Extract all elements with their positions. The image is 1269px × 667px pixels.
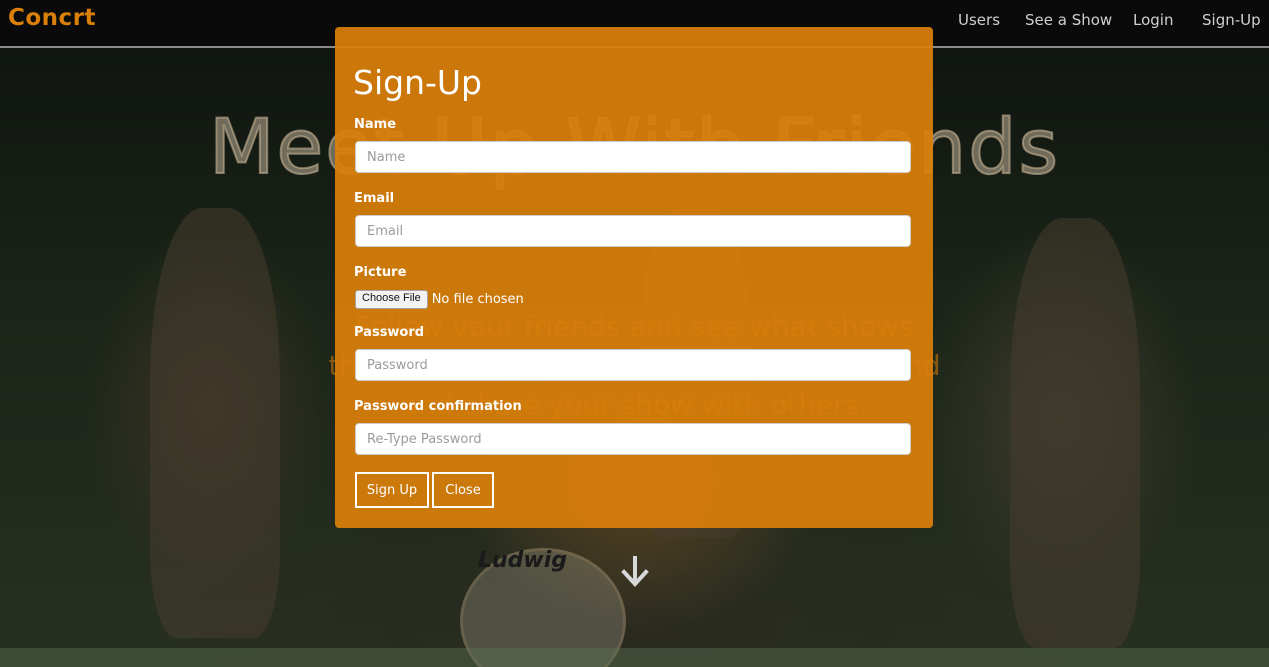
password-input[interactable] [355, 349, 911, 381]
password-confirmation-label: Password confirmation [354, 399, 522, 414]
hero-bottom-strip [0, 648, 1269, 667]
brand-logo[interactable]: Concrt [8, 5, 96, 31]
password-confirmation-input[interactable] [355, 423, 911, 455]
name-input[interactable] [355, 141, 911, 173]
email-input[interactable] [355, 215, 911, 247]
name-label: Name [354, 117, 397, 132]
picture-file-input: Choose File No file chosen [355, 290, 524, 309]
nav-link-login[interactable]: Login [1133, 11, 1173, 29]
modal-title: Sign-Up [353, 63, 482, 102]
email-label: Email [354, 191, 395, 206]
password-label: Password [354, 325, 425, 340]
down-arrow-icon[interactable] [619, 552, 651, 592]
nav-link-users[interactable]: Users [958, 11, 1000, 29]
sign-up-modal: Sign-Up Name Email Picture Choose File N… [335, 27, 933, 528]
nav-link-sign-up[interactable]: Sign-Up [1202, 11, 1261, 29]
choose-file-button[interactable]: Choose File [355, 290, 428, 309]
close-button[interactable]: Close [432, 472, 494, 508]
nav-link-see-a-show[interactable]: See a Show [1025, 11, 1112, 29]
band-member-left [150, 208, 280, 638]
sign-up-button[interactable]: Sign Up [355, 472, 429, 508]
drum-logo: Ludwig [478, 548, 568, 573]
band-member-right [1010, 218, 1140, 648]
file-status: No file chosen [431, 292, 524, 307]
picture-label: Picture [354, 265, 407, 280]
